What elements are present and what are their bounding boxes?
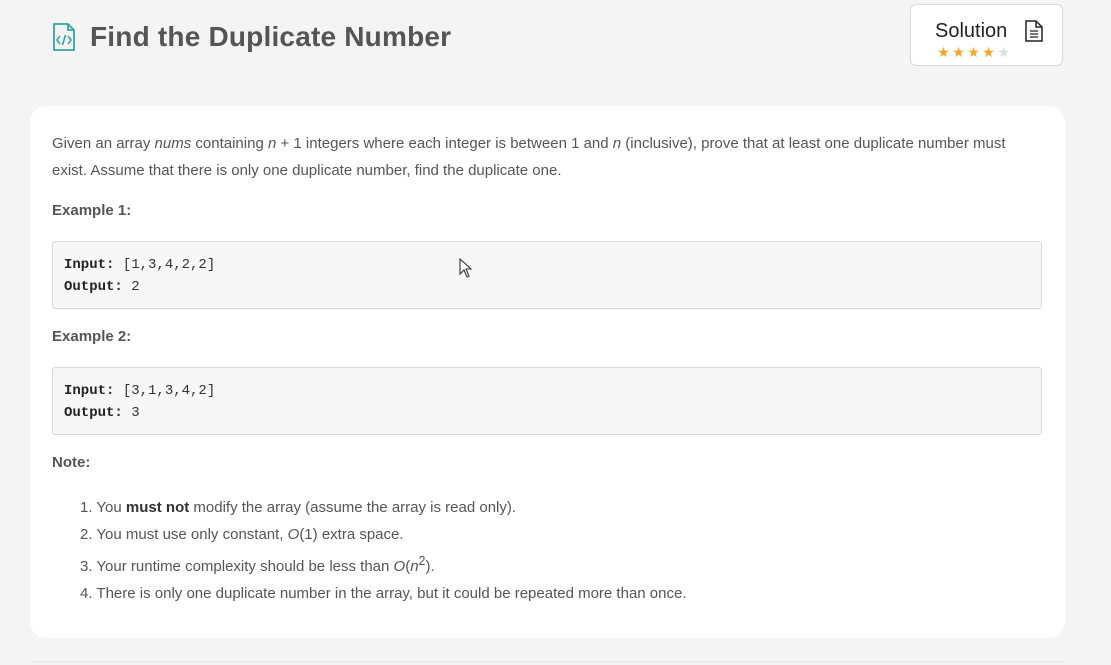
list-item: 1. You must not modify the array (assume… [80, 499, 517, 516]
example-input: Input: [3,1,3,4,2] [64, 383, 216, 399]
example-output: Output: 3 [64, 405, 140, 421]
star-icon: ★ [997, 44, 1010, 60]
example-1-heading: Example 1: [52, 202, 132, 219]
nums-var: nums [154, 135, 192, 152]
mouse-cursor-icon [459, 258, 473, 278]
code-file-icon [53, 23, 75, 51]
example-output: Output: 2 [64, 279, 140, 295]
star-icon: ★ [952, 44, 965, 60]
example-1-code: Input: [1,3,4,2,2] Output: 2 [52, 241, 1042, 309]
divider [30, 661, 1065, 663]
note-heading: Note: [52, 454, 91, 471]
n-var: n [612, 135, 622, 152]
list-item: 4. There is only one duplicate number in… [80, 585, 687, 602]
star-icon: ★ [982, 44, 995, 60]
note-list: 1. You must not modify the array (assume… [80, 494, 687, 607]
example-input: Input: [1,3,4,2,2] [64, 257, 216, 273]
example-2-code: Input: [3,1,3,4,2] Output: 3 [52, 367, 1042, 435]
problem-card: Given an array nums containing n + 1 int… [30, 106, 1065, 638]
solution-label: Solution [935, 20, 1008, 42]
problem-description: Given an array nums containing n + 1 int… [52, 135, 1006, 179]
rating-stars: ★ ★ ★ ★ ★ [936, 45, 1011, 59]
example-2-heading: Example 2: [52, 328, 132, 345]
list-item: 2. You must use only constant, O(1) extr… [80, 526, 404, 543]
star-icon: ★ [967, 44, 980, 60]
list-item: 3. Your runtime complexity should be les… [80, 554, 435, 575]
document-icon [1025, 20, 1043, 42]
problem-header: Find the Duplicate Number [52, 20, 451, 54]
solution-button[interactable]: Solution ★ ★ ★ ★ ★ [910, 4, 1063, 66]
page-title: Find the Duplicate Number [90, 21, 452, 52]
star-icon: ★ [937, 44, 950, 60]
